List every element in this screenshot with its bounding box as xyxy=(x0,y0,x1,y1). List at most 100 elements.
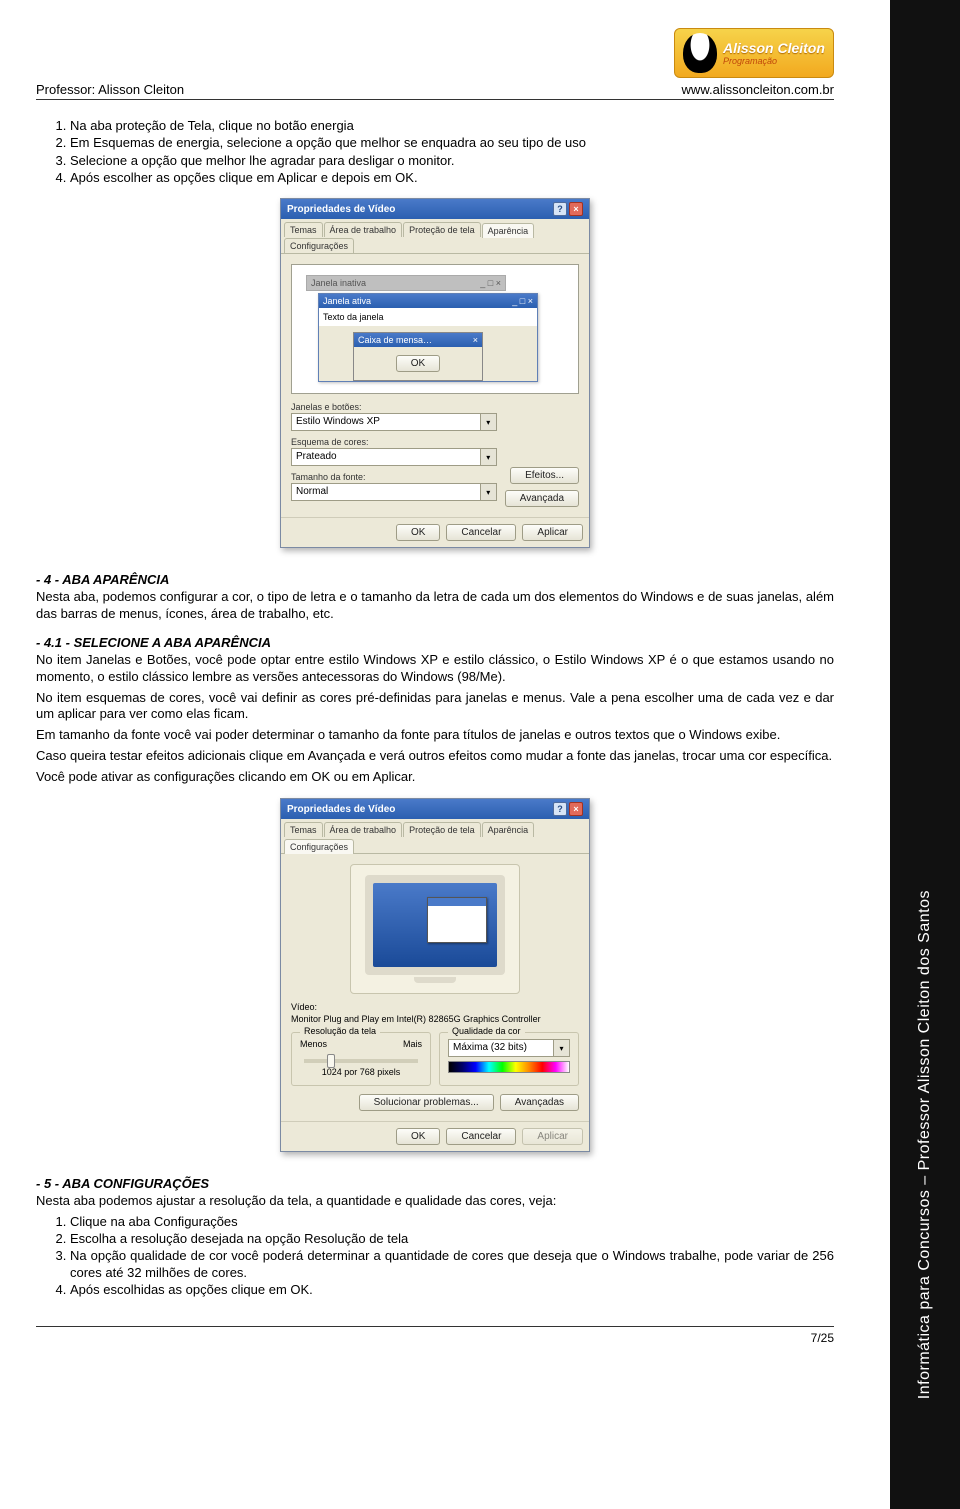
tab-area-trabalho[interactable]: Área de trabalho xyxy=(324,222,403,237)
section-5-title: - 5 - ABA CONFIGURAÇÕES xyxy=(36,1176,834,1191)
dialog-tabs: Temas Área de trabalho Proteção de tela … xyxy=(281,819,589,854)
dialog-titlebar: Propriedades de Vídeo ? × xyxy=(281,199,589,219)
tab-area-trabalho[interactable]: Área de trabalho xyxy=(324,822,403,837)
steps-list-2: Clique na aba Configurações Escolha a re… xyxy=(36,1214,834,1298)
page-header: Professor: Alisson Cleiton Alisson Cleit… xyxy=(36,28,834,100)
tab-aparencia[interactable]: Aparência xyxy=(482,223,535,238)
aplicar-button: Aplicar xyxy=(522,1128,583,1145)
tab-temas[interactable]: Temas xyxy=(284,222,323,237)
label-esquema-cores: Esquema de cores: xyxy=(291,437,497,447)
dialog-titlebar: Propriedades de Vídeo ? × xyxy=(281,799,589,819)
resolution-value: 1024 por 768 pixels xyxy=(300,1067,422,1077)
combo-esquema-cores[interactable]: Prateado ▾ xyxy=(291,448,497,466)
section-41-p1: No item Janelas e Botões, você pode opta… xyxy=(36,652,834,686)
display-properties-dialog-settings: Propriedades de Vídeo ? × Temas Área de … xyxy=(280,798,590,1152)
list-item: Escolha a resolução desejada na opção Re… xyxy=(70,1231,834,1247)
list-item: Após escolher as opções clique em Aplica… xyxy=(70,170,834,186)
video-adapter-text: Monitor Plug and Play em Intel(R) 82865G… xyxy=(291,1014,579,1024)
section-41-p5: Você pode ativar as configurações clican… xyxy=(36,769,834,786)
preview-message-box: Caixa de mensa…× OK xyxy=(353,332,483,381)
preview-mini-window xyxy=(427,897,487,943)
list-item: Clique na aba Configurações xyxy=(70,1214,834,1230)
tab-protecao-tela[interactable]: Proteção de tela xyxy=(403,222,481,237)
section-41-p3: Em tamanho da fonte você vai poder deter… xyxy=(36,727,834,744)
preview-inactive-window: Janela inativa_ □ × xyxy=(306,275,506,291)
close-icon[interactable]: × xyxy=(569,802,583,816)
stripe-text: Informática para Concursos – Professor A… xyxy=(916,890,934,1399)
steps-list-1: Na aba proteção de Tela, clique no botão… xyxy=(36,118,834,186)
header-site: www.alissoncleiton.com.br xyxy=(682,82,834,97)
label-janelas-botoes: Janelas e botões: xyxy=(291,402,497,412)
ok-button[interactable]: OK xyxy=(396,1128,440,1145)
preview-body-text: Texto da janela xyxy=(319,308,537,326)
label-tamanho-fonte: Tamanho da fonte: xyxy=(291,472,497,482)
section-41-title: - 4.1 - SELECIONE A ABA APARÊNCIA xyxy=(36,635,834,650)
label-video: Vídeo: xyxy=(291,1002,579,1012)
display-properties-dialog-appearance: Propriedades de Vídeo ? × Temas Área de … xyxy=(280,198,590,548)
fieldset-qualidade: Qualidade da cor Máxima (32 bits) ▾ xyxy=(439,1032,579,1086)
efeitos-button[interactable]: Efeitos... xyxy=(510,467,579,484)
res-mais-label: Mais xyxy=(403,1039,422,1049)
section-41-p2: No item esquemas de cores, você vai defi… xyxy=(36,690,834,724)
appearance-preview: Janela inativa_ □ × Janela ativa_ □ × Te… xyxy=(291,264,579,394)
message-ok-button[interactable]: OK xyxy=(396,355,440,372)
help-icon[interactable]: ? xyxy=(553,802,567,816)
page-number: 7/25 xyxy=(36,1326,834,1345)
side-stripe: Informática para Concursos – Professor A… xyxy=(890,0,960,1509)
dialog-title-text: Propriedades de Vídeo xyxy=(287,804,395,815)
section-4-body: Nesta aba, podemos configurar a cor, o t… xyxy=(36,589,834,623)
list-item: Selecione a opção que melhor lhe agradar… xyxy=(70,153,834,169)
avancada-button[interactable]: Avançada xyxy=(505,490,579,507)
ok-button[interactable]: OK xyxy=(396,524,440,541)
message-title: Caixa de mensa… xyxy=(358,335,432,345)
dialog-footer: OK Cancelar Aplicar xyxy=(281,1121,589,1151)
dialog-footer: OK Cancelar Aplicar xyxy=(281,517,589,547)
chevron-down-icon[interactable]: ▾ xyxy=(481,413,497,431)
list-item: Na aba proteção de Tela, clique no botão… xyxy=(70,118,834,134)
list-item: Na opção qualidade de cor você poderá de… xyxy=(70,1248,834,1281)
resolution-slider[interactable] xyxy=(304,1059,418,1063)
chevron-down-icon[interactable]: ▾ xyxy=(554,1039,570,1057)
preview-active-window: Janela ativa_ □ × Texto da janela Caixa … xyxy=(318,293,538,382)
close-icon[interactable]: × xyxy=(569,202,583,216)
combo-fonte-value: Normal xyxy=(291,483,481,501)
avancadas-button[interactable]: Avançadas xyxy=(500,1094,579,1111)
monitor-preview xyxy=(350,864,520,994)
res-menos-label: Menos xyxy=(300,1039,327,1049)
list-item: Em Esquemas de energia, selecione a opçã… xyxy=(70,135,834,151)
combo-janelas-value: Estilo Windows XP xyxy=(291,413,481,431)
section-5-intro: Nesta aba podemos ajustar a resolução da… xyxy=(36,1193,834,1210)
tab-protecao-tela[interactable]: Proteção de tela xyxy=(403,822,481,837)
section-41-p4: Caso queira testar efeitos adicionais cl… xyxy=(36,748,834,765)
header-professor: Professor: Alisson Cleiton xyxy=(36,82,184,97)
section-4-title: - 4 - ABA APARÊNCIA xyxy=(36,572,834,587)
fieldset-resolucao: Resolução da tela Menos Mais 1024 por 76… xyxy=(291,1032,431,1086)
color-spectrum-bar xyxy=(448,1061,570,1073)
chevron-down-icon[interactable]: ▾ xyxy=(481,483,497,501)
combo-qualidade-cor[interactable]: Máxima (32 bits) ▾ xyxy=(448,1039,570,1057)
logo-name: Alisson Cleiton xyxy=(723,40,825,56)
penguin-icon xyxy=(683,33,717,73)
brand-logo: Alisson Cleiton Programação xyxy=(674,28,834,78)
active-window-title: Janela ativa xyxy=(323,296,371,306)
list-item: Após escolhidas as opções clique em OK. xyxy=(70,1282,834,1298)
aplicar-button[interactable]: Aplicar xyxy=(522,524,583,541)
dialog-tabs: Temas Área de trabalho Proteção de tela … xyxy=(281,219,589,254)
tab-configuracoes[interactable]: Configurações xyxy=(284,839,354,854)
logo-subtitle: Programação xyxy=(723,56,825,66)
tab-configuracoes[interactable]: Configurações xyxy=(284,238,354,253)
help-icon[interactable]: ? xyxy=(553,202,567,216)
combo-esquema-value: Prateado xyxy=(291,448,481,466)
legend-qualidade: Qualidade da cor xyxy=(448,1026,525,1036)
solucionar-button[interactable]: Solucionar problemas... xyxy=(359,1094,494,1111)
cancelar-button[interactable]: Cancelar xyxy=(446,1128,516,1145)
cancelar-button[interactable]: Cancelar xyxy=(446,524,516,541)
dialog-title-text: Propriedades de Vídeo xyxy=(287,204,395,215)
combo-tamanho-fonte[interactable]: Normal ▾ xyxy=(291,483,497,501)
inactive-window-title: Janela inativa xyxy=(311,278,366,288)
combo-janelas-botoes[interactable]: Estilo Windows XP ▾ xyxy=(291,413,497,431)
tab-aparencia[interactable]: Aparência xyxy=(482,822,535,837)
tab-temas[interactable]: Temas xyxy=(284,822,323,837)
page-content: Professor: Alisson Cleiton Alisson Cleit… xyxy=(0,0,870,1385)
chevron-down-icon[interactable]: ▾ xyxy=(481,448,497,466)
